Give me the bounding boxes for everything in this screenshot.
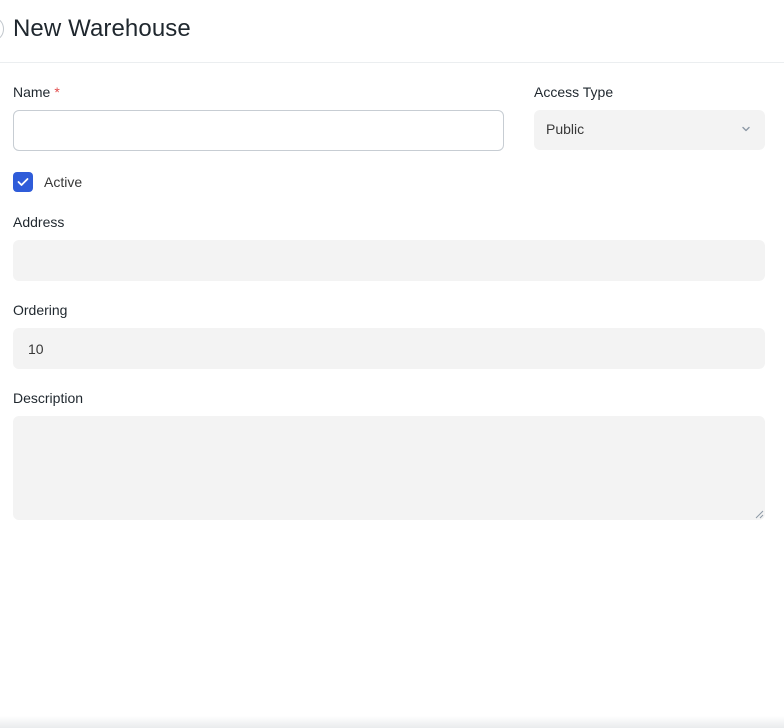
ordering-input[interactable] <box>13 328 765 369</box>
required-marker: * <box>54 84 60 100</box>
resize-grip-icon[interactable] <box>755 510 764 519</box>
active-label: Active <box>44 174 83 190</box>
back-button[interactable] <box>0 18 4 40</box>
access-type-label: Access Type <box>534 84 614 100</box>
name-input[interactable] <box>13 110 504 151</box>
check-icon <box>17 178 29 186</box>
name-label-text: Name <box>13 84 51 100</box>
address-label: Address <box>13 214 65 230</box>
description-label: Description <box>13 390 84 406</box>
page-title: New Warehouse <box>13 15 191 42</box>
active-checkbox[interactable] <box>13 172 33 192</box>
access-type-select[interactable]: Public <box>534 110 765 150</box>
address-input[interactable] <box>13 240 765 281</box>
ordering-label: Ordering <box>13 302 68 318</box>
description-textarea[interactable] <box>13 416 765 520</box>
page: New Warehouse Name * Access Type Public A… <box>0 0 784 728</box>
chevron-down-icon <box>742 126 750 132</box>
access-type-value: Public <box>546 121 585 137</box>
bottom-edge <box>0 716 784 728</box>
page-header: New Warehouse <box>0 0 784 63</box>
name-label: Name * <box>13 84 60 100</box>
